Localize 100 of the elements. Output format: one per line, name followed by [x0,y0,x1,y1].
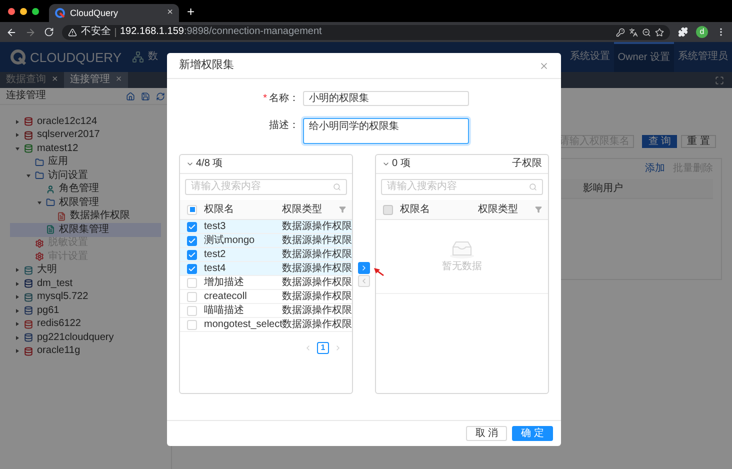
table-cell-text: 测试mongo [204,236,256,246]
expand-arrow-icon[interactable] [16,295,19,300]
tree-item[interactable]: 权限集管理 [10,223,161,236]
puzzle-icon[interactable] [678,27,688,37]
checkbox[interactable] [187,250,197,260]
name-field[interactable]: 小明的权限集 [303,91,469,106]
expand-arrow-icon[interactable] [38,201,42,204]
address-bar[interactable]: 不安全 192.168.1.159:9898/connection-management [62,24,670,40]
home-icon[interactable] [126,92,135,100]
table-cell: 数据源操作权限 [282,292,352,302]
tree-item[interactable]: matest12 [0,142,171,156]
tree-item[interactable]: redis6122 [0,318,171,331]
filter-icon[interactable] [339,206,346,213]
sidebar-title: 连接管理 [6,91,47,101]
translate-icon[interactable] [629,28,638,36]
tree-item[interactable]: mysql5.722 [0,290,171,304]
page-number[interactable]: 1 [317,342,329,354]
tab-close[interactable]: × [167,8,173,18]
save-icon[interactable] [141,92,150,100]
expand-arrow-icon[interactable] [16,282,19,286]
tree-item[interactable]: 数据操作权限 [0,210,171,223]
expand-arrow-icon[interactable] [16,308,19,313]
tree-label: mysql5.722 [37,292,88,302]
star-icon[interactable] [655,28,664,36]
nav-item[interactable]: 系统管理员 [674,42,732,72]
dropdown-icon[interactable] [186,160,194,168]
table-cell: 数据源操作权限 [282,250,352,260]
tree-item[interactable]: 角色管理 [0,182,171,196]
back-icon[interactable] [6,26,17,38]
table-cell: mongotest_select [204,320,282,330]
confirm-button[interactable]: 确 定 [512,426,553,441]
filter-icon[interactable] [535,206,542,213]
tree-item[interactable]: sqlserver2017 [0,128,171,142]
move-right-button[interactable] [358,262,370,274]
table-cell: 数据源操作权限 [282,236,352,246]
expand-arrow-icon[interactable] [16,322,19,326]
tree-item[interactable]: oracle12c124 [0,115,171,128]
reload-icon[interactable] [44,27,54,37]
tree-label: pg221cloudquery [37,332,114,343]
table-row[interactable]: 增加描述 数据源操作权限 [180,276,352,290]
expand-arrow-icon[interactable] [16,133,19,138]
nav-item[interactable]: Owner 设置 [614,42,674,72]
query-button[interactable]: 查 询 [642,135,678,148]
checkbox[interactable] [187,204,197,214]
table-cell: 数据源操作权限 [282,320,352,330]
tree-item[interactable]: 访问设置 [0,169,171,182]
checkbox[interactable] [187,222,197,232]
table-cell-text: 增加描述 [204,278,245,288]
zoom-out-icon[interactable] [642,28,651,36]
tree-label: oracle11g [37,346,80,356]
tree-item[interactable]: oracle11g [0,344,171,358]
action-link[interactable]: 添加 [645,164,665,174]
expand-arrow-icon[interactable] [16,268,19,272]
table-row[interactable]: 喵喵描述 数据源操作权限 [180,304,352,318]
reset-button[interactable]: 重 置 [681,135,716,148]
tree-item[interactable]: 应用 [0,156,171,169]
page-tab[interactable]: 数据查询 × [0,72,64,88]
network-icon[interactable] [132,51,144,63]
tree-label: redis6122 [37,319,81,330]
forward-icon[interactable] [25,26,36,38]
checkbox[interactable] [187,306,197,316]
checkbox[interactable] [187,320,197,330]
tree-item[interactable]: pg221cloudquery [0,331,171,344]
table-row[interactable]: 测试mongo 数据源操作权限 [180,234,352,248]
browser-tab[interactable]: CloudQuery × [49,4,179,22]
nav-item[interactable]: 数 [148,52,158,62]
table-row[interactable]: test4 数据源操作权限 [180,262,352,276]
close-icon[interactable] [539,60,549,70]
expand-arrow-icon[interactable] [16,147,20,150]
tree-item[interactable]: 权限管理 [0,196,171,210]
tree-label: 权限集管理 [59,224,109,235]
new-tab-button[interactable]: + [187,4,195,18]
cancel-button[interactable]: 取 消 [466,426,508,441]
tree-item[interactable]: pg61 [0,304,171,318]
expand-arrow-icon[interactable] [16,120,19,124]
expand-arrow-icon[interactable] [26,174,30,178]
tree-item[interactable]: dm_test [0,277,171,290]
table-row[interactable]: mongotest_select数据源操作权限 [180,318,352,332]
table-row[interactable]: createcoll 数据源操作权限 [180,290,352,304]
expand-arrow-icon[interactable] [16,336,19,340]
table-cell-text: test3 [204,222,227,232]
description-field[interactable]: 给小明同学的权限集 [303,118,469,144]
key-icon[interactable] [616,28,625,36]
tree-label: 角色管理 [59,184,99,194]
checkbox[interactable] [187,292,197,302]
checkbox[interactable] [187,264,197,274]
empty-text: 暂无数据 [442,262,482,272]
dropdown-icon[interactable] [382,160,390,168]
refresh-icon[interactable] [156,92,165,100]
table-row[interactable]: test3 数据源操作权限 [180,220,352,234]
fullscreen-icon[interactable] [715,76,724,84]
expand-arrow-icon[interactable] [16,349,19,354]
checkbox[interactable] [187,278,197,288]
tree-item[interactable]: 大明 [0,264,171,277]
page-tab[interactable]: 连接管理 × [64,72,128,88]
profile-avatar[interactable]: d [696,26,708,38]
tree-label: oracle12c124 [37,116,98,127]
checkbox[interactable] [187,236,197,246]
nav-item[interactable]: 系统设置 [566,42,614,72]
table-row[interactable]: test2 数据源操作权限 [180,248,352,262]
